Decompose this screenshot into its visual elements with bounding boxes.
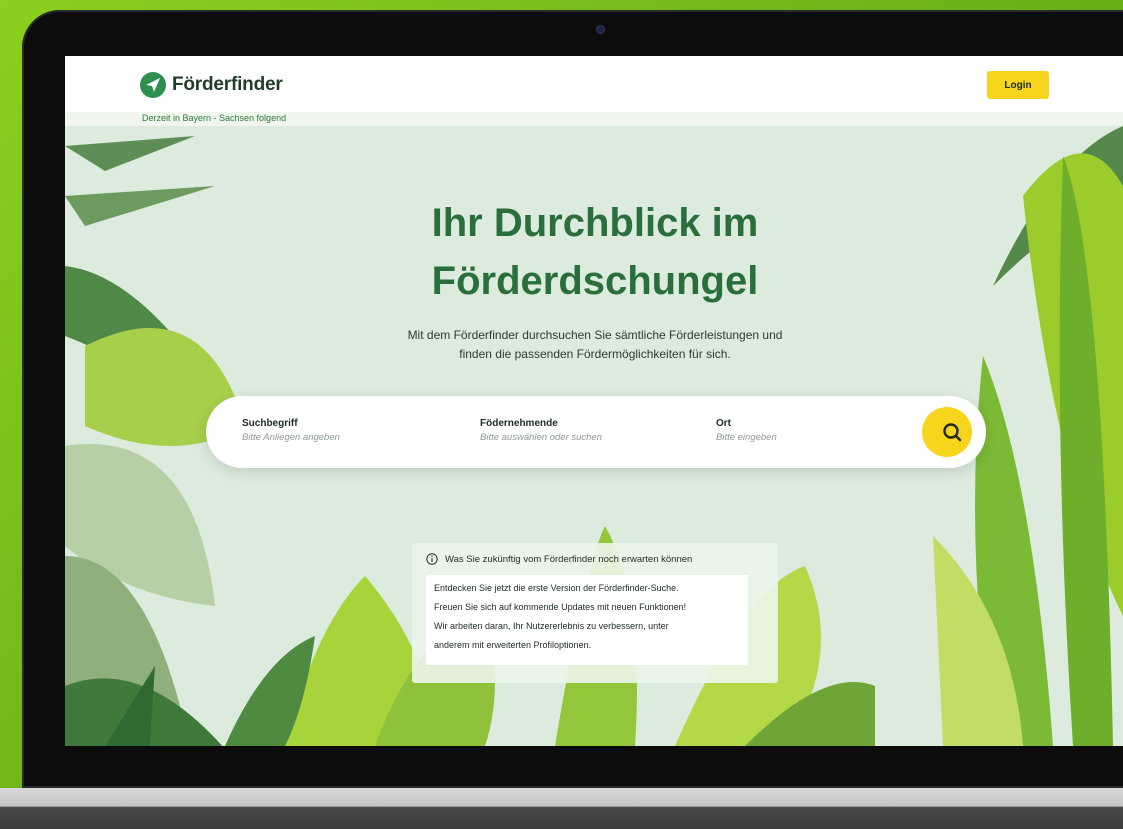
- beneficiary-input[interactable]: [480, 432, 650, 443]
- brand-logo[interactable]: Förderfinder: [140, 72, 283, 98]
- info-line: Wir arbeiten daran, Ihr Nutzererlebnis z…: [434, 621, 669, 631]
- hero-subtitle-line-2: finden die passenden Fördermöglichkeiten…: [459, 347, 731, 361]
- info-panel: Was Sie zukünftig vom Förderfinder noch …: [412, 543, 778, 683]
- region-note: Derzeit in Bayern - Sachsen folgend: [142, 113, 287, 123]
- search-bar: Suchbegriff Födernehmende Ort: [206, 396, 986, 468]
- info-line: anderem mit erweiterten Profiloptionen.: [434, 640, 592, 650]
- search-term-field[interactable]: Suchbegriff: [242, 418, 412, 443]
- location-input[interactable]: [716, 432, 886, 443]
- hero-subtitle-line-1: Mit dem Förderfinder durchsuchen Sie säm…: [407, 328, 783, 342]
- search-button[interactable]: [922, 407, 972, 457]
- search-term-input[interactable]: [242, 432, 412, 443]
- info-header: Was Sie zukünftig vom Förderfinder noch …: [426, 553, 692, 565]
- hero-subtitle: Mit dem Förderfinder durchsuchen Sie säm…: [365, 326, 825, 364]
- hero-title-line-2: Förderdschungel: [431, 259, 759, 303]
- info-body: Entdecken Sie jetzt die erste Version de…: [426, 575, 748, 665]
- logo-text: Förderfinder: [172, 74, 283, 95]
- info-line: Freuen Sie sich auf kommende Updates mit…: [434, 602, 687, 612]
- site-header: Förderfinder Login: [65, 56, 1123, 112]
- beneficiary-field[interactable]: Födernehmende: [480, 418, 650, 443]
- webcam-icon: [596, 25, 605, 34]
- login-button[interactable]: Login: [987, 71, 1049, 99]
- info-circle-icon: [426, 553, 438, 565]
- beneficiary-label: Födernehmende: [480, 418, 558, 429]
- info-title: Was Sie zukünftig vom Förderfinder noch …: [445, 553, 693, 565]
- browser-screen: Förderfinder Login Derzeit in Bayern - S…: [65, 56, 1123, 746]
- hero-title-line-1: Ihr Durchblick im: [431, 201, 759, 245]
- location-field[interactable]: Ort: [716, 418, 886, 443]
- search-term-label: Suchbegriff: [242, 418, 298, 429]
- paper-plane-logo-icon: [140, 72, 166, 98]
- hero-title: Ihr Durchblick im Förderdschungel: [325, 194, 865, 310]
- search-icon: [943, 423, 962, 442]
- location-label: Ort: [716, 418, 731, 429]
- info-line: Entdecken Sie jetzt die erste Version de…: [434, 583, 679, 593]
- laptop-base: [0, 788, 1123, 829]
